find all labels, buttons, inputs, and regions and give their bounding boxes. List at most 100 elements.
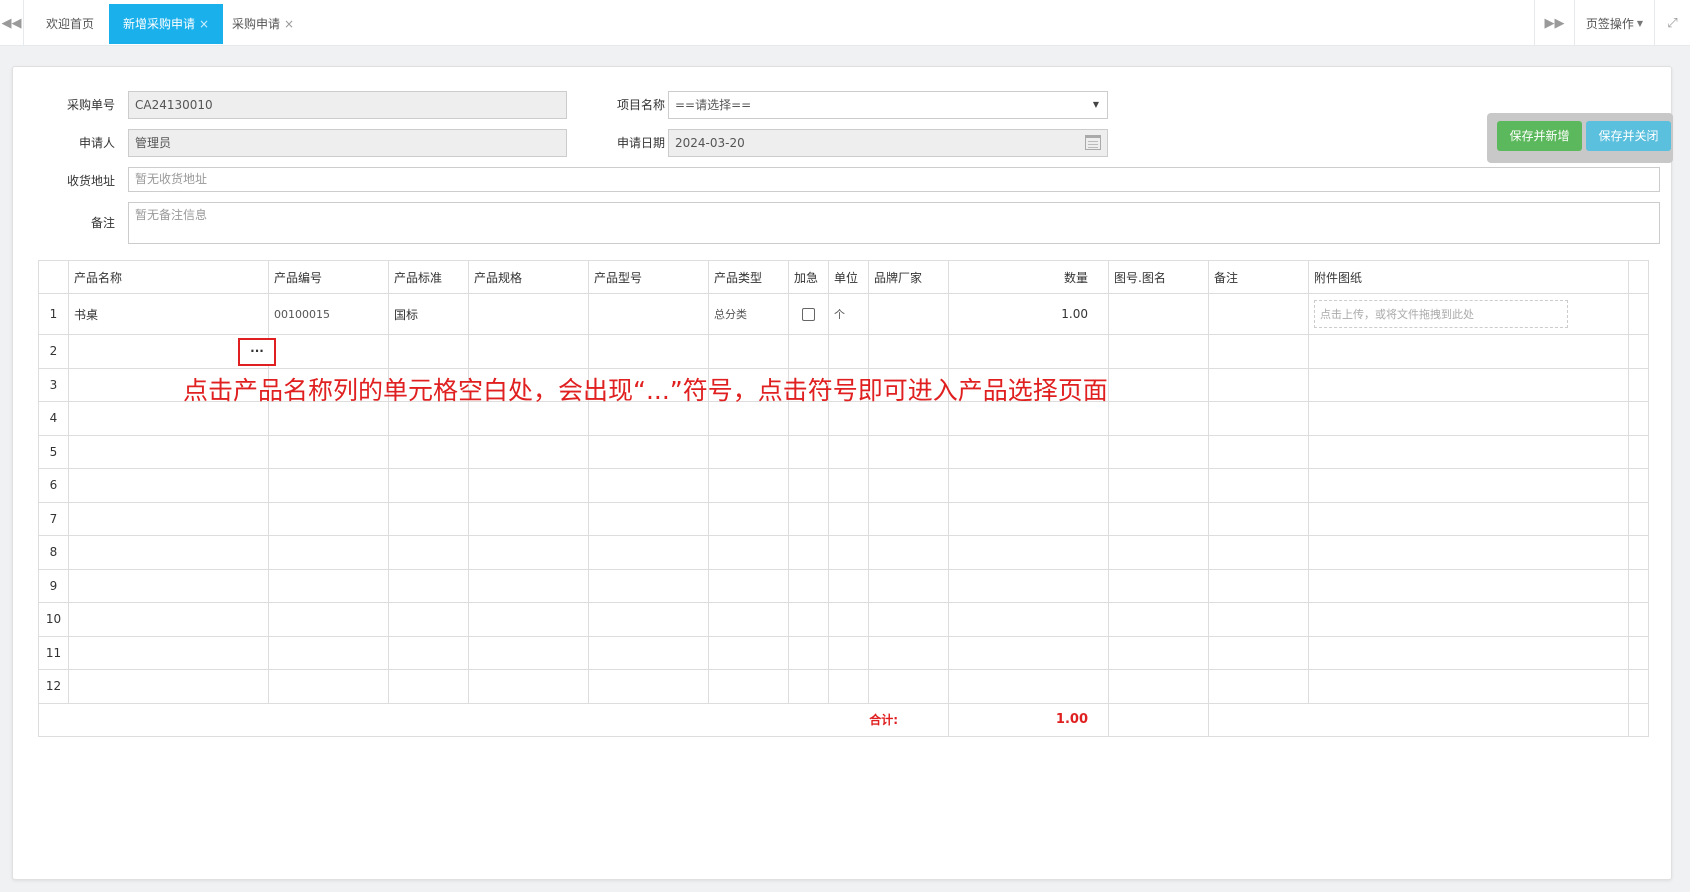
quantity-cell[interactable] (948, 468, 1109, 503)
product-standard-cell[interactable] (388, 535, 469, 570)
unit-cell[interactable] (828, 669, 869, 704)
product-spec-cell[interactable] (468, 602, 589, 637)
product-type-cell[interactable] (708, 602, 789, 637)
save-and-close-button[interactable]: 保存并关闭 (1586, 121, 1671, 151)
tab-welcome[interactable]: 欢迎首页 (32, 4, 108, 44)
column-header[interactable]: 图号.图名 (1108, 260, 1209, 294)
drawing-no-cell[interactable] (1108, 367, 1209, 402)
unit-cell[interactable] (828, 568, 869, 603)
product-code-cell[interactable] (268, 535, 389, 570)
column-header[interactable]: 备注 (1208, 260, 1309, 294)
product-name-cell[interactable]: 书桌 (68, 293, 269, 335)
product-spec-cell[interactable] (468, 568, 589, 603)
column-header[interactable]: 产品编号 (268, 260, 389, 294)
remark-cell[interactable] (1208, 293, 1309, 335)
product-model-cell[interactable] (588, 434, 709, 469)
column-header[interactable]: 数量 (948, 260, 1109, 294)
product-name-cell[interactable] (68, 669, 269, 704)
unit-cell[interactable] (828, 535, 869, 570)
brand-cell[interactable] (868, 501, 949, 536)
quantity-cell[interactable] (948, 669, 1109, 704)
product-type-cell[interactable] (708, 501, 789, 536)
column-header[interactable]: 附件图纸 (1308, 260, 1629, 294)
product-standard-cell[interactable] (388, 434, 469, 469)
column-header[interactable]: 产品规格 (468, 260, 589, 294)
remark-cell[interactable] (1208, 669, 1309, 704)
remark-cell[interactable] (1208, 535, 1309, 570)
urgent-cell[interactable] (788, 602, 829, 637)
address-input[interactable]: 暂无收货地址 (128, 167, 1660, 192)
urgent-cell[interactable] (788, 468, 829, 503)
drawing-no-cell[interactable] (1108, 293, 1209, 335)
drawing-no-cell[interactable] (1108, 334, 1209, 369)
attachment-cell[interactable] (1308, 635, 1629, 670)
urgent-cell[interactable] (788, 334, 829, 369)
remark-cell[interactable] (1208, 334, 1309, 369)
quantity-cell[interactable] (948, 334, 1109, 369)
unit-cell[interactable]: 个 (828, 293, 869, 335)
product-standard-cell[interactable] (388, 635, 469, 670)
quantity-cell[interactable] (948, 535, 1109, 570)
product-code-cell[interactable] (268, 568, 389, 603)
product-standard-cell[interactable]: 国标 (388, 293, 469, 335)
attachment-cell[interactable] (1308, 669, 1629, 704)
urgent-cell[interactable] (788, 635, 829, 670)
column-header[interactable]: 品牌厂家 (868, 260, 949, 294)
project-select[interactable]: ==请选择== ▼ (668, 91, 1108, 119)
product-spec-cell[interactable] (468, 669, 589, 704)
remark-cell[interactable] (1208, 468, 1309, 503)
unit-cell[interactable] (828, 468, 869, 503)
attachment-cell[interactable] (1308, 367, 1629, 402)
product-type-cell[interactable] (708, 334, 789, 369)
attachment-cell[interactable] (1308, 434, 1629, 469)
brand-cell[interactable] (868, 434, 949, 469)
close-icon[interactable]: × (284, 17, 294, 31)
brand-cell[interactable] (868, 669, 949, 704)
urgent-cell[interactable] (788, 535, 829, 570)
product-spec-cell[interactable] (468, 334, 589, 369)
product-spec-cell[interactable] (468, 535, 589, 570)
product-code-cell[interactable] (268, 468, 389, 503)
drawing-no-cell[interactable] (1108, 669, 1209, 704)
drawing-no-cell[interactable] (1108, 501, 1209, 536)
product-model-cell[interactable] (588, 568, 709, 603)
product-type-cell[interactable] (708, 434, 789, 469)
product-standard-cell[interactable] (388, 334, 469, 369)
remark-textarea[interactable]: 暂无备注信息 (128, 202, 1660, 244)
file-upload-dropzone[interactable]: 点击上传，或将文件拖拽到此处 (1314, 300, 1568, 328)
product-model-cell[interactable] (588, 334, 709, 369)
product-code-cell[interactable] (268, 334, 389, 369)
product-name-cell[interactable] (68, 501, 269, 536)
brand-cell[interactable] (868, 468, 949, 503)
attachment-cell[interactable] (1308, 535, 1629, 570)
remark-cell[interactable] (1208, 401, 1309, 436)
urgent-cell[interactable] (788, 669, 829, 704)
product-model-cell[interactable] (588, 468, 709, 503)
attachment-cell[interactable] (1308, 568, 1629, 603)
brand-cell[interactable] (868, 602, 949, 637)
product-model-cell[interactable] (588, 669, 709, 704)
scroll-tabs-left-icon[interactable]: ◀◀ (0, 0, 24, 46)
remark-cell[interactable] (1208, 501, 1309, 536)
attachment-cell[interactable] (1308, 501, 1629, 536)
attachment-cell[interactable] (1308, 602, 1629, 637)
product-type-cell[interactable] (708, 468, 789, 503)
product-type-cell[interactable]: 总分类 (708, 293, 789, 335)
product-model-cell[interactable] (588, 635, 709, 670)
product-standard-cell[interactable] (388, 568, 469, 603)
fullscreen-icon[interactable]: ⤢ (1654, 0, 1690, 46)
scroll-tabs-right-icon[interactable]: ▶▶ (1534, 0, 1574, 46)
unit-cell[interactable] (828, 334, 869, 369)
product-code-cell[interactable] (268, 602, 389, 637)
drawing-no-cell[interactable] (1108, 602, 1209, 637)
attachment-cell[interactable] (1308, 334, 1629, 369)
drawing-no-cell[interactable] (1108, 535, 1209, 570)
column-header[interactable]: 产品标准 (388, 260, 469, 294)
product-standard-cell[interactable] (388, 669, 469, 704)
unit-cell[interactable] (828, 602, 869, 637)
brand-cell[interactable] (868, 568, 949, 603)
column-header[interactable]: 产品名称 (68, 260, 269, 294)
product-name-cell[interactable] (68, 434, 269, 469)
product-model-cell[interactable] (588, 535, 709, 570)
product-code-cell[interactable] (268, 434, 389, 469)
